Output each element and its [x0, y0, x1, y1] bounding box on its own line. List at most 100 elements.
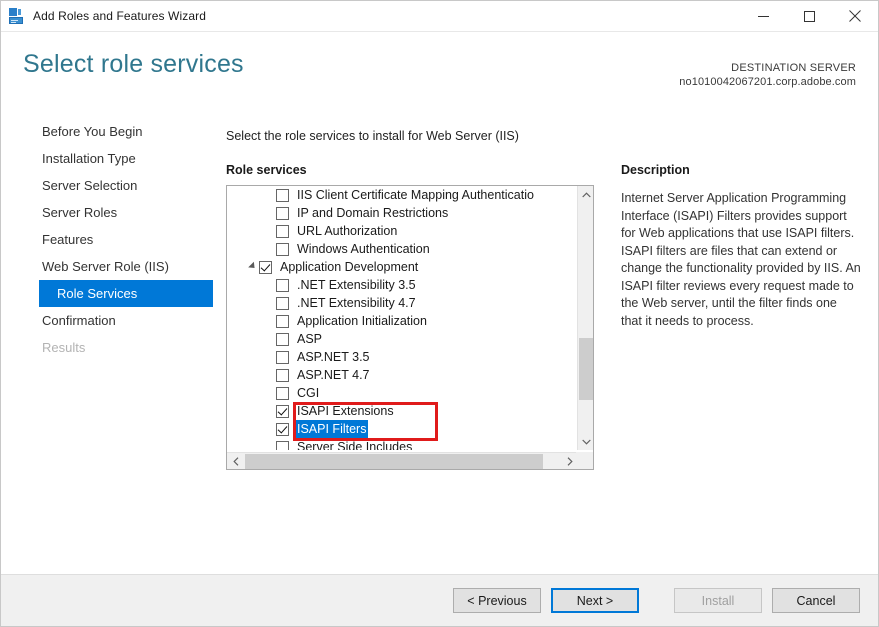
sidebar-item-server-selection[interactable]: Server Selection	[1, 172, 226, 199]
role-service-row[interactable]: ASP.NET 3.5	[227, 348, 578, 366]
maximize-icon[interactable]	[786, 1, 832, 32]
role-service-checkbox[interactable]	[276, 405, 289, 418]
role-service-label: .NET Extensibility 4.7	[295, 294, 418, 312]
twisty-spacer	[265, 312, 276, 330]
role-service-label: Application Development	[278, 258, 420, 276]
description-pane: Description Internet Server Application …	[621, 163, 861, 330]
role-service-label: URL Authorization	[295, 222, 399, 240]
role-service-row[interactable]: Windows Authentication	[227, 240, 578, 258]
scrollbar-corner	[576, 452, 593, 469]
role-service-checkbox[interactable]	[259, 261, 272, 274]
role-services-list: IIS Client Certificate Mapping Authentic…	[227, 186, 578, 450]
role-service-label: Windows Authentication	[295, 240, 432, 258]
twisty-spacer	[265, 384, 276, 402]
role-service-label: Server Side Includes	[295, 438, 414, 450]
scroll-left-icon[interactable]	[227, 453, 244, 470]
role-service-row[interactable]: Application Development	[227, 258, 578, 276]
description-text: Internet Server Application Programming …	[621, 190, 861, 330]
role-service-checkbox[interactable]	[276, 387, 289, 400]
role-service-label: ASP.NET 3.5	[295, 348, 372, 366]
role-service-label: IIS Client Certificate Mapping Authentic…	[295, 186, 536, 204]
role-service-row[interactable]: Application Initialization	[227, 312, 578, 330]
twisty-spacer	[265, 420, 276, 438]
twisty-spacer	[265, 222, 276, 240]
twisty-spacer	[265, 366, 276, 384]
role-service-label: Application Initialization	[295, 312, 429, 330]
role-service-label: ISAPI Filters	[295, 420, 368, 438]
scroll-down-icon[interactable]	[578, 433, 594, 450]
role-service-label: .NET Extensibility 3.5	[295, 276, 418, 294]
sidebar-item-results: Results	[1, 334, 226, 361]
minimize-icon[interactable]	[740, 1, 786, 32]
vertical-scrollbar[interactable]	[577, 186, 593, 450]
horizontal-scrollbar-thumb[interactable]	[245, 454, 543, 469]
body-area: Before You Begin Installation Type Serve…	[1, 113, 878, 574]
cancel-button[interactable]: Cancel	[772, 588, 860, 613]
role-service-row[interactable]: IIS Client Certificate Mapping Authentic…	[227, 186, 578, 204]
vertical-scrollbar-thumb[interactable]	[579, 338, 593, 400]
role-service-label: IP and Domain Restrictions	[295, 204, 450, 222]
role-service-checkbox[interactable]	[276, 315, 289, 328]
expand-collapse-icon[interactable]	[248, 258, 259, 276]
page-header: Select role services DESTINATION SERVER …	[1, 32, 878, 113]
twisty-spacer	[265, 348, 276, 366]
twisty-spacer	[265, 402, 276, 420]
scroll-up-icon[interactable]	[578, 186, 594, 203]
role-service-row[interactable]: ASP.NET 4.7	[227, 366, 578, 384]
role-service-checkbox[interactable]	[276, 297, 289, 310]
role-service-row[interactable]: ISAPI Filters	[227, 420, 578, 438]
title-bar: Add Roles and Features Wizard	[1, 1, 878, 32]
role-service-checkbox[interactable]	[276, 423, 289, 436]
twisty-spacer	[265, 186, 276, 204]
sidebar-item-server-roles[interactable]: Server Roles	[1, 199, 226, 226]
role-service-row[interactable]: IP and Domain Restrictions	[227, 204, 578, 222]
sidebar-item-confirmation[interactable]: Confirmation	[1, 307, 226, 334]
role-service-row[interactable]: ASP	[227, 330, 578, 348]
twisty-spacer	[265, 438, 276, 450]
twisty-spacer	[265, 204, 276, 222]
previous-button[interactable]: < Previous	[453, 588, 541, 613]
sidebar-item-web-server-role-iis[interactable]: Web Server Role (IIS)	[1, 253, 226, 280]
sidebar-item-before-you-begin[interactable]: Before You Begin	[1, 118, 226, 145]
page-title: Select role services	[23, 50, 244, 79]
wizard-footer: < Previous Next > Install Cancel	[1, 574, 878, 626]
role-service-row[interactable]: CGI	[227, 384, 578, 402]
close-icon[interactable]	[832, 1, 878, 32]
destination-server-block: DESTINATION SERVER no1010042067201.corp.…	[679, 62, 856, 90]
role-service-checkbox[interactable]	[276, 441, 289, 451]
install-button: Install	[674, 588, 762, 613]
role-service-checkbox[interactable]	[276, 189, 289, 202]
role-service-row[interactable]: URL Authorization	[227, 222, 578, 240]
role-service-checkbox[interactable]	[276, 351, 289, 364]
role-service-checkbox[interactable]	[276, 207, 289, 220]
sidebar-item-installation-type[interactable]: Installation Type	[1, 145, 226, 172]
description-heading: Description	[621, 163, 861, 177]
role-service-checkbox[interactable]	[276, 369, 289, 382]
role-service-label: ISAPI Extensions	[295, 402, 396, 420]
role-services-listbox[interactable]: IIS Client Certificate Mapping Authentic…	[226, 185, 594, 470]
role-service-row[interactable]: ISAPI Extensions	[227, 402, 578, 420]
role-service-checkbox[interactable]	[276, 243, 289, 256]
role-service-checkbox[interactable]	[276, 225, 289, 238]
server-icon	[9, 8, 26, 25]
role-service-checkbox[interactable]	[276, 279, 289, 292]
sidebar-item-features[interactable]: Features	[1, 226, 226, 253]
destination-server-label: DESTINATION SERVER	[679, 62, 856, 76]
role-service-label: CGI	[295, 384, 321, 402]
twisty-spacer	[265, 294, 276, 312]
twisty-spacer	[265, 330, 276, 348]
next-button[interactable]: Next >	[551, 588, 639, 613]
horizontal-scrollbar[interactable]	[227, 452, 578, 469]
role-service-checkbox[interactable]	[276, 333, 289, 346]
role-service-row[interactable]: Server Side Includes	[227, 438, 578, 450]
twisty-spacer	[265, 240, 276, 258]
role-service-label: ASP	[295, 330, 324, 348]
window-controls	[740, 1, 878, 32]
role-service-row[interactable]: .NET Extensibility 3.5	[227, 276, 578, 294]
main-content: Select the role services to install for …	[226, 113, 878, 574]
wizard-nav-sidebar: Before You Begin Installation Type Serve…	[1, 113, 226, 574]
sidebar-item-role-services[interactable]: Role Services	[39, 280, 213, 307]
role-service-row[interactable]: .NET Extensibility 4.7	[227, 294, 578, 312]
role-services-heading: Role services	[226, 163, 307, 177]
window-title: Add Roles and Features Wizard	[33, 9, 206, 23]
